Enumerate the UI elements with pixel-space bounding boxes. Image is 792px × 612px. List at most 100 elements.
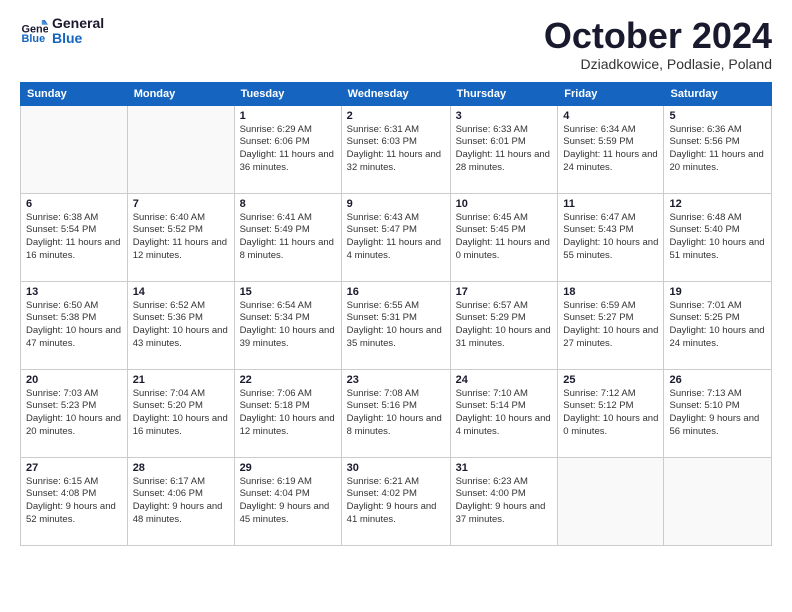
calendar-week-2: 13 Sunrise: 6:50 AMSunset: 5:38 PMDayligh… (21, 281, 772, 369)
col-monday: Monday (127, 82, 234, 105)
title-block: October 2024 Dziadkowice, Podlasie, Pola… (544, 16, 772, 72)
day-number: 7 (133, 198, 229, 210)
col-thursday: Thursday (450, 82, 558, 105)
day-info: Sunrise: 7:01 AMSunset: 5:25 PMDaylight:… (669, 300, 766, 351)
calendar-cell: 16 Sunrise: 6:55 AMSunset: 5:31 PMDayligh… (341, 281, 450, 369)
day-info: Sunrise: 6:55 AMSunset: 5:31 PMDaylight:… (347, 300, 445, 351)
day-info: Sunrise: 7:10 AMSunset: 5:14 PMDaylight:… (456, 388, 553, 439)
day-info: Sunrise: 6:19 AMSunset: 4:04 PMDaylight:… (240, 476, 336, 527)
calendar-cell (558, 457, 664, 545)
calendar-cell: 31Sunrise: 6:23 AMSunset: 4:00 PMDayligh… (450, 457, 558, 545)
day-number: 20 (26, 374, 122, 386)
day-info: Sunrise: 6:33 AMSunset: 6:01 PMDaylight:… (456, 124, 553, 175)
day-info: Sunrise: 6:38 AMSunset: 5:54 PMDaylight:… (26, 212, 122, 263)
day-number: 25 (563, 374, 658, 386)
day-info: Sunrise: 6:40 AMSunset: 5:52 PMDaylight:… (133, 212, 229, 263)
logo-text-line2: Blue (52, 31, 104, 46)
calendar-cell: 13 Sunrise: 6:50 AMSunset: 5:38 PMDayligh… (21, 281, 128, 369)
col-saturday: Saturday (664, 82, 772, 105)
day-number: 17 (456, 286, 553, 298)
calendar-cell: 27 Sunrise: 6:15 AMSunset: 4:08 PMDayligh… (21, 457, 128, 545)
day-info: Sunrise: 6:47 AMSunset: 5:43 PMDaylight:… (563, 212, 658, 263)
calendar-cell: 30 Sunrise: 6:21 AMSunset: 4:02 PMDayligh… (341, 457, 450, 545)
day-info: Sunrise: 6:43 AMSunset: 5:47 PMDaylight:… (347, 212, 445, 263)
calendar-cell: 25Sunrise: 7:12 AMSunset: 5:12 PMDayligh… (558, 369, 664, 457)
calendar-week-3: 20 Sunrise: 7:03 AMSunset: 5:23 PMDayligh… (21, 369, 772, 457)
calendar-cell: 26 Sunrise: 7:13 AMSunset: 5:10 PMDayligh… (664, 369, 772, 457)
day-number: 15 (240, 286, 336, 298)
day-info: Sunrise: 6:21 AMSunset: 4:02 PMDaylight:… (347, 476, 445, 527)
day-number: 21 (133, 374, 229, 386)
calendar-cell: 22Sunrise: 7:06 AMSunset: 5:18 PMDayligh… (234, 369, 341, 457)
day-number: 23 (347, 374, 445, 386)
day-number: 4 (563, 110, 658, 122)
calendar-cell: 12 Sunrise: 6:48 AMSunset: 5:40 PMDayligh… (664, 193, 772, 281)
day-info: Sunrise: 6:57 AMSunset: 5:29 PMDaylight:… (456, 300, 553, 351)
day-info: Sunrise: 6:17 AMSunset: 4:06 PMDaylight:… (133, 476, 229, 527)
svg-text:Blue: Blue (22, 33, 46, 45)
logo-text-line1: General (52, 16, 104, 31)
day-number: 27 (26, 462, 122, 474)
day-number: 3 (456, 110, 553, 122)
day-number: 31 (456, 462, 553, 474)
day-info: Sunrise: 6:34 AMSunset: 5:59 PMDaylight:… (563, 124, 658, 175)
day-number: 13 (26, 286, 122, 298)
day-number: 26 (669, 374, 766, 386)
day-info: Sunrise: 6:15 AMSunset: 4:08 PMDaylight:… (26, 476, 122, 527)
month-title: October 2024 (544, 16, 772, 56)
day-info: Sunrise: 6:45 AMSunset: 5:45 PMDaylight:… (456, 212, 553, 263)
day-number: 5 (669, 110, 766, 122)
day-info: Sunrise: 7:08 AMSunset: 5:16 PMDaylight:… (347, 388, 445, 439)
calendar-cell: 10Sunrise: 6:45 AMSunset: 5:45 PMDayligh… (450, 193, 558, 281)
day-info: Sunrise: 6:29 AMSunset: 6:06 PMDaylight:… (240, 124, 336, 175)
day-info: Sunrise: 7:03 AMSunset: 5:23 PMDaylight:… (26, 388, 122, 439)
day-info: Sunrise: 6:50 AMSunset: 5:38 PMDaylight:… (26, 300, 122, 351)
day-number: 11 (563, 198, 658, 210)
calendar-cell (127, 105, 234, 193)
day-info: Sunrise: 6:59 AMSunset: 5:27 PMDaylight:… (563, 300, 658, 351)
calendar-cell: 5 Sunrise: 6:36 AMSunset: 5:56 PMDaylight… (664, 105, 772, 193)
day-info: Sunrise: 7:13 AMSunset: 5:10 PMDaylight:… (669, 388, 766, 439)
calendar-cell: 24 Sunrise: 7:10 AMSunset: 5:14 PMDayligh… (450, 369, 558, 457)
col-friday: Friday (558, 82, 664, 105)
day-number: 9 (347, 198, 445, 210)
calendar-cell: 20 Sunrise: 7:03 AMSunset: 5:23 PMDayligh… (21, 369, 128, 457)
calendar-week-4: 27 Sunrise: 6:15 AMSunset: 4:08 PMDayligh… (21, 457, 772, 545)
day-info: Sunrise: 6:48 AMSunset: 5:40 PMDaylight:… (669, 212, 766, 263)
day-info: Sunrise: 6:52 AMSunset: 5:36 PMDaylight:… (133, 300, 229, 351)
col-wednesday: Wednesday (341, 82, 450, 105)
calendar-cell: 3 Sunrise: 6:33 AMSunset: 6:01 PMDaylight… (450, 105, 558, 193)
day-number: 30 (347, 462, 445, 474)
day-info: Sunrise: 6:36 AMSunset: 5:56 PMDaylight:… (669, 124, 766, 175)
calendar-cell: 11 Sunrise: 6:47 AMSunset: 5:43 PMDayligh… (558, 193, 664, 281)
day-number: 24 (456, 374, 553, 386)
subtitle: Dziadkowice, Podlasie, Poland (544, 56, 772, 72)
header: General Blue General Blue October 2024 D… (20, 16, 772, 72)
calendar-cell: 7 Sunrise: 6:40 AMSunset: 5:52 PMDaylight… (127, 193, 234, 281)
day-number: 12 (669, 198, 766, 210)
calendar-cell: 4 Sunrise: 6:34 AMSunset: 5:59 PMDaylight… (558, 105, 664, 193)
calendar-cell: 19 Sunrise: 7:01 AMSunset: 5:25 PMDayligh… (664, 281, 772, 369)
calendar-header: Sunday Monday Tuesday Wednesday Thursday… (21, 82, 772, 105)
calendar-cell (664, 457, 772, 545)
header-row: Sunday Monday Tuesday Wednesday Thursday… (21, 82, 772, 105)
day-number: 6 (26, 198, 122, 210)
calendar-cell: 9 Sunrise: 6:43 AMSunset: 5:47 PMDaylight… (341, 193, 450, 281)
day-number: 8 (240, 198, 336, 210)
calendar-cell: 6 Sunrise: 6:38 AMSunset: 5:54 PMDaylight… (21, 193, 128, 281)
day-info: Sunrise: 6:41 AMSunset: 5:49 PMDaylight:… (240, 212, 336, 263)
calendar-cell (21, 105, 128, 193)
day-number: 16 (347, 286, 445, 298)
calendar-cell: 1Sunrise: 6:29 AMSunset: 6:06 PMDaylight… (234, 105, 341, 193)
logo: General Blue General Blue (20, 16, 104, 47)
calendar-week-0: 1Sunrise: 6:29 AMSunset: 6:06 PMDaylight… (21, 105, 772, 193)
day-info: Sunrise: 6:54 AMSunset: 5:34 PMDaylight:… (240, 300, 336, 351)
calendar-cell: 17 Sunrise: 6:57 AMSunset: 5:29 PMDayligh… (450, 281, 558, 369)
calendar-table: Sunday Monday Tuesday Wednesday Thursday… (20, 82, 772, 546)
day-info: Sunrise: 6:31 AMSunset: 6:03 PMDaylight:… (347, 124, 445, 175)
day-number: 22 (240, 374, 336, 386)
day-number: 19 (669, 286, 766, 298)
calendar-cell: 2Sunrise: 6:31 AMSunset: 6:03 PMDaylight… (341, 105, 450, 193)
calendar-cell: 18Sunrise: 6:59 AMSunset: 5:27 PMDayligh… (558, 281, 664, 369)
calendar-cell: 29Sunrise: 6:19 AMSunset: 4:04 PMDayligh… (234, 457, 341, 545)
